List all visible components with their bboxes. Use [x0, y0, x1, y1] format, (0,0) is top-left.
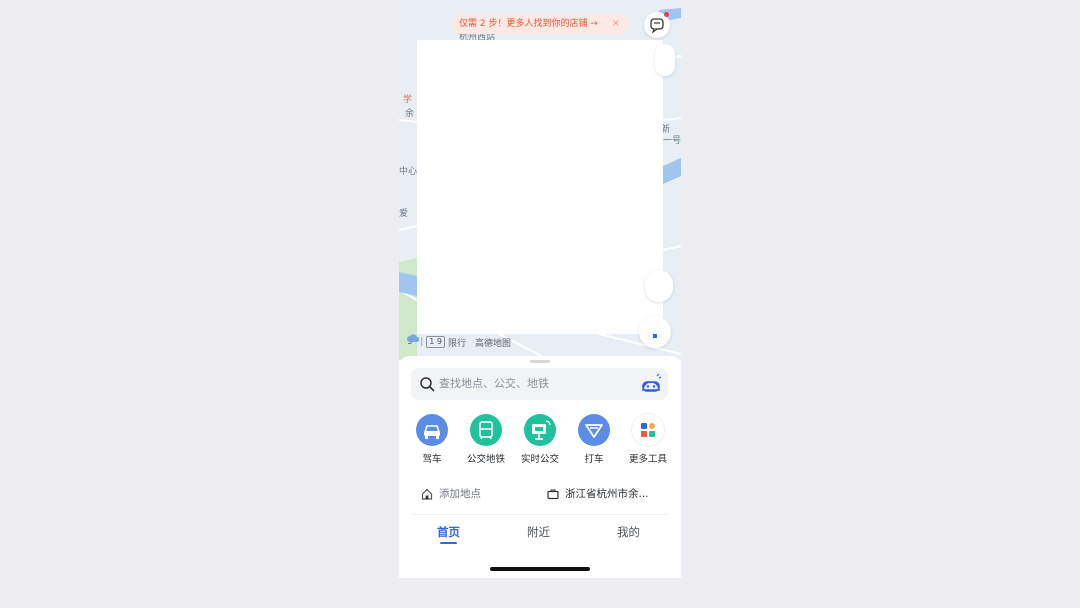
locate-button[interactable] — [645, 270, 673, 302]
weather-strip[interactable]: 9° | 1 9 限行 高德地图 — [407, 334, 511, 350]
tool-label: 打车 — [584, 454, 604, 465]
tool-label: 实时公交 — [520, 454, 559, 465]
tool-realtime-bus[interactable]: 实时公交 — [512, 414, 568, 465]
layers-button[interactable] — [655, 44, 675, 76]
drag-handle[interactable] — [530, 360, 550, 363]
add-place-button[interactable]: 添加地点 — [421, 486, 481, 501]
tab-mine-label: 我的 — [617, 525, 640, 539]
tool-label: 更多工具 — [628, 454, 667, 465]
map-label: 一号 — [663, 136, 681, 146]
tool-transit[interactable]: 公交地铁 — [458, 414, 514, 465]
active-tab-indicator — [440, 542, 457, 544]
grid-icon — [632, 414, 664, 446]
tool-label: 驾车 — [422, 454, 442, 465]
work-place-button[interactable]: 浙江省杭州市余... — [547, 486, 649, 501]
map-view[interactable]: 杭州西站 余 中心 新 一号 爱 学 仅需 2 步！更多人找到你的店铺 → × — [399, 0, 681, 360]
close-icon[interactable]: × — [612, 14, 620, 34]
map-brand: 高德地图 — [475, 338, 512, 349]
quick-tools: 驾车 公交地铁 实时公交 打车 更多工具 — [399, 414, 681, 466]
saved-places: 添加地点 浙江省杭州市余... — [399, 482, 681, 508]
traffic-limit-number: 1 9 — [426, 336, 446, 348]
tab-home[interactable]: 首页 — [437, 524, 460, 544]
redacted-overlay — [417, 40, 663, 334]
cloud-icon — [407, 334, 419, 342]
separator: | — [420, 337, 424, 347]
search-bar[interactable]: 查找地点、公交、地铁 — [411, 368, 668, 400]
assistant-robot-icon[interactable] — [639, 373, 663, 395]
promo-banner[interactable]: 仅需 2 步！更多人找到你的店铺 → × — [451, 14, 629, 34]
realtime-bus-icon — [524, 414, 556, 446]
tool-more[interactable]: 更多工具 — [620, 414, 676, 465]
map-label: 学 — [403, 95, 413, 105]
location-dot-icon — [653, 334, 657, 338]
briefcase-icon — [547, 489, 559, 499]
home-icon — [421, 488, 433, 500]
map-label: 中心 — [399, 167, 418, 177]
car-icon — [416, 414, 448, 446]
divider — [411, 514, 669, 515]
map-label: 爱 — [399, 209, 409, 219]
add-place-label: 添加地点 — [439, 488, 481, 500]
tool-label: 公交地铁 — [466, 454, 505, 465]
tab-nearby[interactable]: 附近 — [527, 524, 550, 540]
search-placeholder: 查找地点、公交、地铁 — [439, 377, 549, 390]
search-icon — [420, 377, 435, 392]
promo-banner-text: 仅需 2 步！更多人找到你的店铺 → — [459, 19, 598, 29]
phone-screen: 杭州西站 余 中心 新 一号 爱 学 仅需 2 步！更多人找到你的店铺 → × — [399, 0, 681, 578]
traffic-limit-label: 限行 — [448, 338, 467, 349]
tab-nearby-label: 附近 — [527, 525, 550, 539]
bottom-sheet[interactable]: 查找地点、公交、地铁 驾车 公交地铁 实时公交 打车 更多工具 添加地点 浙江省… — [399, 356, 681, 578]
home-indicator — [490, 567, 590, 571]
tool-taxi[interactable]: 打车 — [566, 414, 622, 465]
taxi-icon — [578, 414, 610, 446]
tab-home-label: 首页 — [437, 525, 460, 539]
message-button[interactable] — [644, 12, 670, 38]
bus-icon — [470, 414, 502, 446]
work-place-label: 浙江省杭州市余... — [565, 488, 649, 500]
tool-drive[interactable]: 驾车 — [404, 414, 460, 465]
bottom-tab-bar: 首页 附近 我的 — [399, 524, 681, 548]
map-label: 余 — [405, 109, 415, 119]
compass-button[interactable] — [639, 316, 671, 348]
unread-dot — [664, 12, 669, 17]
tab-mine[interactable]: 我的 — [617, 524, 640, 540]
